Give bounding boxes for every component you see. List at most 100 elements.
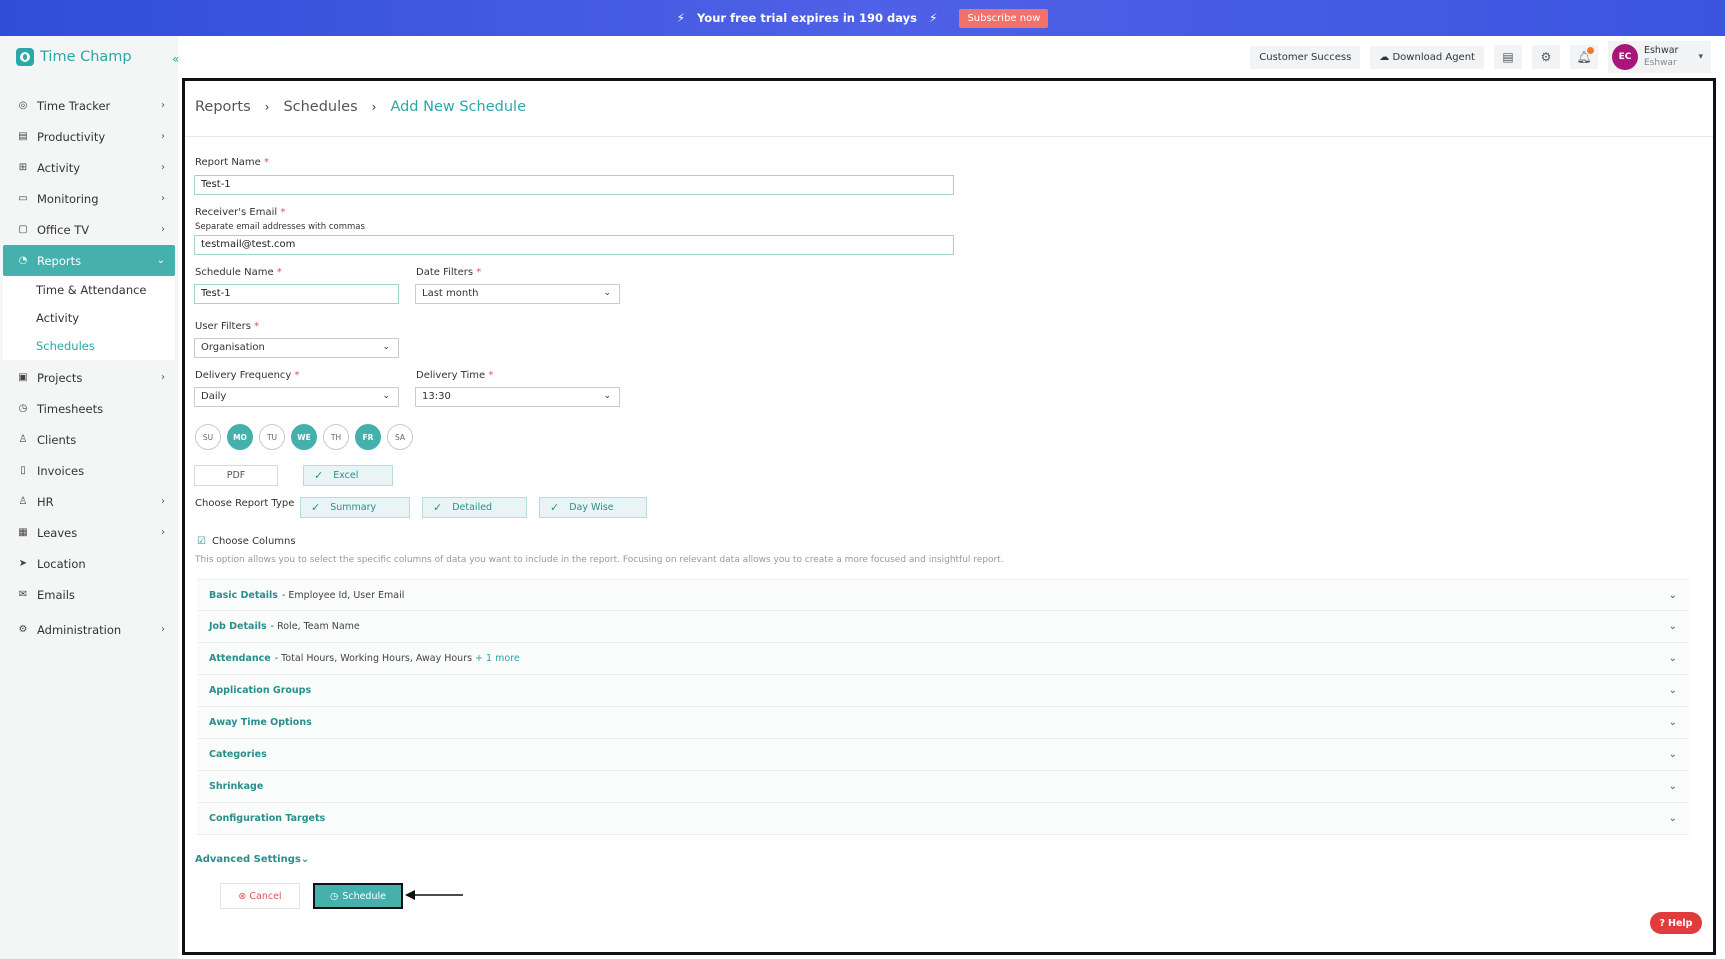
chevron-down-icon: ⌄ — [1668, 621, 1677, 632]
cloud-download-icon: ☁ — [1379, 51, 1390, 63]
sidebar-item-invoices[interactable]: ▯ Invoices — [3, 455, 175, 486]
subscribe-button[interactable]: Subscribe now — [959, 8, 1049, 28]
check-icon: ✓ — [314, 469, 324, 482]
choose-columns-label: Choose Columns — [211, 536, 296, 547]
sidebar-item-clients[interactable]: ♙ Clients — [3, 424, 175, 455]
report-type-label: Choose Report Type — [195, 498, 295, 509]
customer-success-button[interactable]: Customer Success — [1250, 45, 1361, 69]
sidebar-item-reports[interactable]: ◔ Reports ⌄ — [3, 245, 175, 276]
chevron-down-icon: ⌄ — [1668, 813, 1677, 824]
notifications-button[interactable]: 🔔︎ — [1569, 45, 1598, 69]
sidebar-item-leaves[interactable]: ▦ Leaves › — [3, 517, 175, 548]
accordion-application-groups[interactable]: Application Groups ⌄ — [197, 675, 1689, 707]
receiver-email-input[interactable]: testmail@test.com — [194, 235, 954, 255]
day-thursday[interactable]: TH — [323, 424, 349, 450]
sidebar-item-activity[interactable]: ⊞ Activity › — [3, 152, 175, 183]
submenu-item-schedules[interactable]: Schedules — [3, 332, 175, 360]
day-monday[interactable]: MO — [227, 424, 253, 450]
chevron-right-icon: › — [161, 372, 165, 383]
trial-message: Your free trial expires in 190 days — [697, 11, 917, 25]
chevron-right-icon: › — [161, 162, 165, 173]
required-mark: * — [476, 267, 482, 278]
day-friday[interactable]: FR — [355, 424, 381, 450]
lightning-icon: ⚡ — [929, 11, 938, 25]
advanced-settings-toggle[interactable]: Advanced Settings⌄ — [195, 854, 309, 865]
delivery-frequency-select[interactable]: Daily ⌄ — [194, 387, 399, 407]
format-pdf-toggle[interactable]: PDF — [194, 465, 278, 486]
report-type-detailed-toggle[interactable]: ✓ Detailed — [422, 497, 527, 518]
label-text: Delivery Time — [416, 370, 486, 381]
accordion-configuration-targets[interactable]: Configuration Targets ⌄ — [197, 803, 1689, 835]
sidebar-item-hr[interactable]: ♙ HR › — [3, 486, 175, 517]
sidebar-item-label: Emails — [37, 587, 75, 602]
accordion-job-details[interactable]: Job Details - Role, Team Name ⌄ — [197, 611, 1689, 643]
required-mark: * — [276, 267, 282, 278]
main-panel: Reports › Schedules › Add New Schedule R… — [182, 78, 1716, 955]
sidebar-item-projects[interactable]: ▣ Projects › — [3, 362, 175, 393]
delivery-time-select[interactable]: 13:30 ⌄ — [415, 387, 620, 407]
notification-dot — [1586, 47, 1594, 54]
chevron-right-icon: › — [161, 193, 165, 204]
user-subtitle: Eshwar — [1643, 58, 1677, 68]
accordion-title: Job Details — [209, 621, 267, 632]
user-filters-select[interactable]: Organisation ⌄ — [194, 338, 399, 358]
submenu-item-activity[interactable]: Activity — [3, 304, 175, 332]
report-name-input[interactable]: Test-1 — [194, 175, 954, 195]
check-icon: ✓ — [433, 501, 443, 514]
question-icon: ? — [1659, 917, 1666, 929]
sidebar-item-location[interactable]: ➤ Location — [3, 548, 175, 579]
monitor-icon: ▭ — [18, 193, 28, 204]
weekday-picker: SU MO TU WE TH FR SA — [195, 424, 413, 450]
sidebar-item-emails[interactable]: ✉ Emails — [3, 579, 175, 610]
schedule-name-input[interactable]: Test-1 — [194, 284, 399, 304]
cancel-button[interactable]: ⊗ Cancel — [220, 883, 300, 909]
sidebar-item-monitoring[interactable]: ▭ Monitoring › — [3, 183, 175, 214]
sidebar-item-office-tv[interactable]: ▢ Office TV › — [3, 214, 175, 245]
day-wednesday[interactable]: WE — [291, 424, 317, 450]
report-type-summary-toggle[interactable]: ✓ Summary — [300, 497, 410, 518]
accordion-title: Categories — [209, 749, 267, 760]
lightning-icon: ⚡ — [676, 11, 686, 25]
document-icon: ▤ — [1502, 50, 1514, 64]
help-button[interactable]: ? Help — [1650, 912, 1702, 934]
breadcrumb-schedules[interactable]: Schedules — [283, 99, 357, 115]
delivery-frequency-label: Delivery Frequency * — [195, 370, 300, 381]
required-mark: * — [280, 207, 286, 218]
accordion-attendance[interactable]: Attendance - Total Hours, Working Hours,… — [197, 643, 1689, 675]
required-mark: * — [254, 321, 260, 332]
mail-icon: ✉ — [18, 589, 28, 600]
invoice-icon: ▯ — [20, 465, 26, 476]
checklist-icon: ☑ — [197, 536, 206, 547]
day-sunday[interactable]: SU — [195, 424, 221, 450]
sidebar-item-administration[interactable]: ⚙ Administration › — [3, 614, 175, 645]
breadcrumb-reports[interactable]: Reports — [195, 99, 251, 115]
report-type-summary-label: Summary — [330, 502, 377, 513]
sidebar: Time Champ « ◎ Time Tracker › ▤ Producti… — [0, 36, 179, 959]
accordion-basic-details[interactable]: Basic Details - Employee Id, User Email … — [197, 579, 1689, 611]
day-saturday[interactable]: SA — [387, 424, 413, 450]
format-excel-toggle[interactable]: ✓ Excel — [303, 465, 393, 486]
sidebar-item-timesheets[interactable]: ◷ Timesheets — [3, 393, 175, 424]
app-name: Time Champ — [40, 49, 132, 65]
top-header: Customer Success ☁ Download Agent ▤ ⚙ 🔔︎… — [178, 36, 1725, 78]
accordion-more-link[interactable]: + 1 more — [475, 653, 520, 664]
report-type-day-wise-toggle[interactable]: ✓ Day Wise — [539, 497, 647, 518]
accordion-categories[interactable]: Categories ⌄ — [197, 739, 1689, 771]
settings-button[interactable]: ⚙ — [1531, 45, 1560, 69]
sidebar-item-label: Reports — [37, 253, 82, 268]
schedule-button[interactable]: ◷ Schedule — [313, 883, 403, 909]
submenu-item-time-attendance[interactable]: Time & Attendance — [3, 276, 175, 304]
accordion-shrinkage[interactable]: Shrinkage ⌄ — [197, 771, 1689, 803]
download-agent-button[interactable]: ☁ Download Agent — [1370, 45, 1484, 69]
document-button[interactable]: ▤ — [1493, 45, 1522, 69]
sidebar-item-label: Clients — [37, 432, 77, 447]
accordion-away-time-options[interactable]: Away Time Options ⌄ — [197, 707, 1689, 739]
user-menu[interactable]: EC Eshwar Eshwar ▾ — [1607, 41, 1711, 73]
date-filters-select[interactable]: Last month ⌄ — [415, 284, 620, 304]
breadcrumb-separator: › — [371, 100, 377, 114]
app-logo[interactable]: Time Champ — [16, 48, 132, 66]
stopwatch-icon: ◎ — [18, 100, 28, 111]
sidebar-item-time-tracker[interactable]: ◎ Time Tracker › — [3, 90, 175, 121]
sidebar-item-productivity[interactable]: ▤ Productivity › — [3, 121, 175, 152]
day-tuesday[interactable]: TU — [259, 424, 285, 450]
